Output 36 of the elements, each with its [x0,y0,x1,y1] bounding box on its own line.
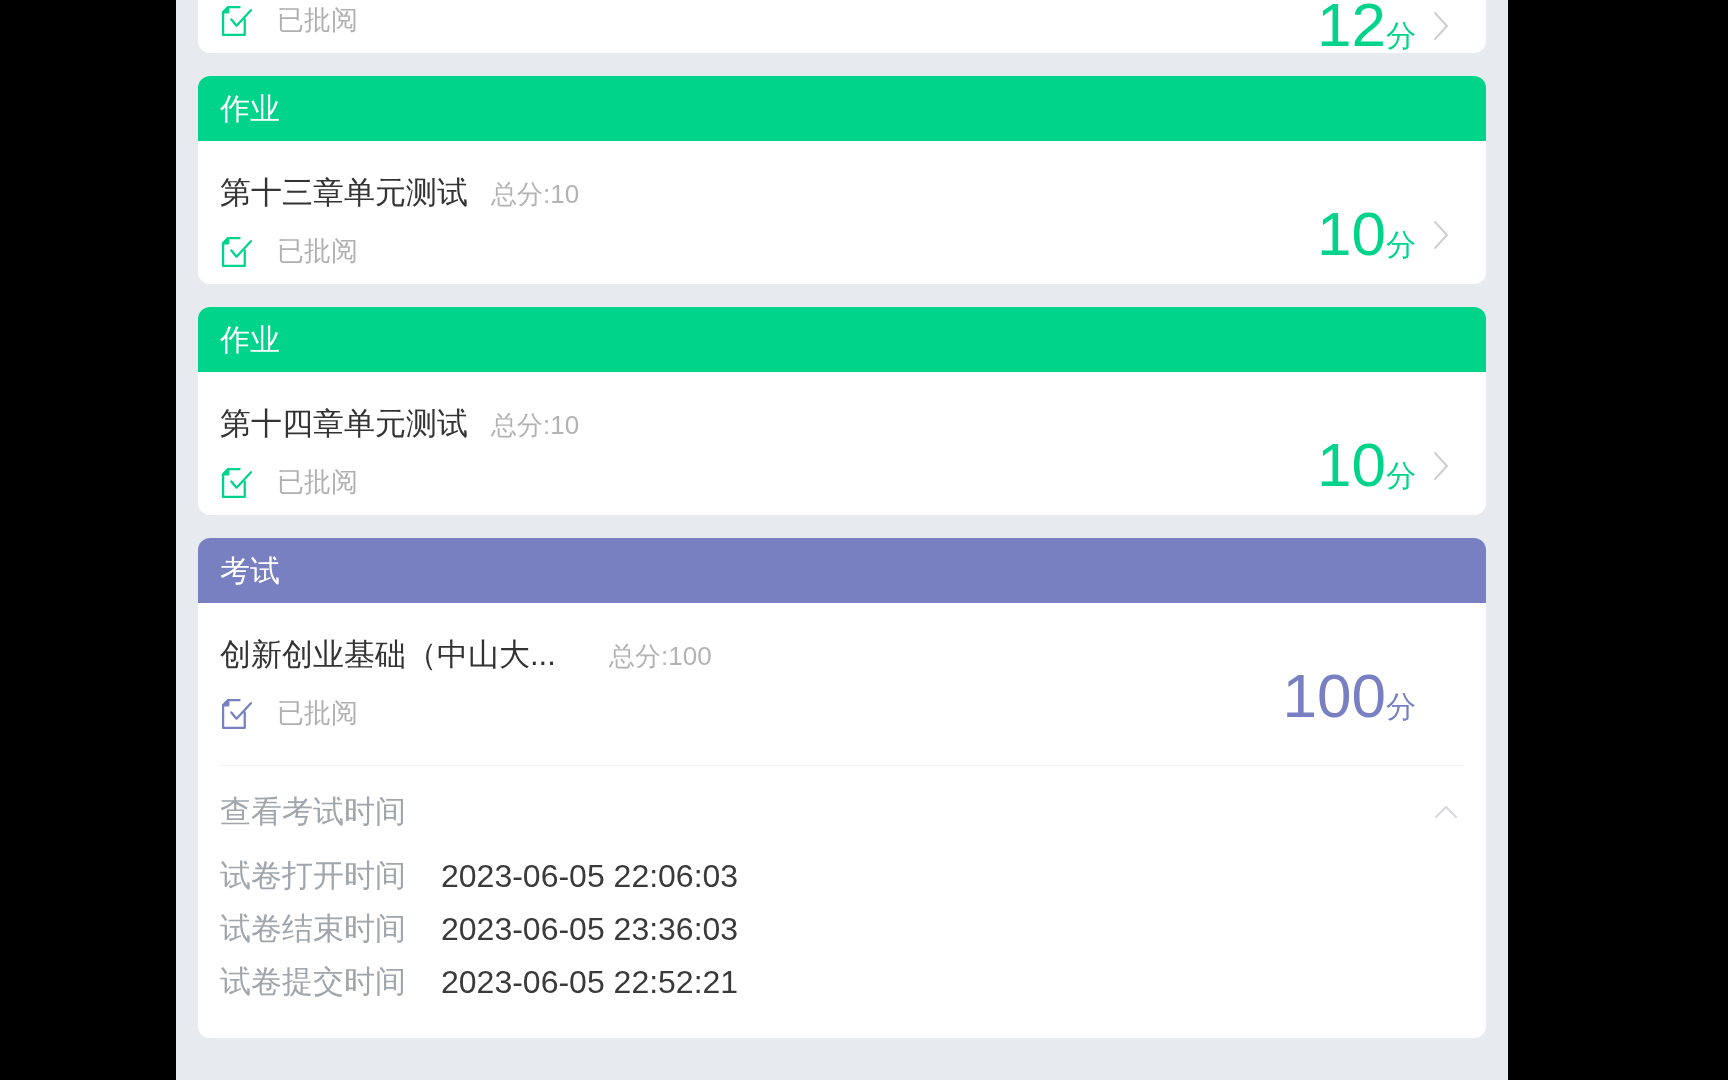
time-value: 2023-06-05 23:36:03 [441,909,739,949]
review-status: 已批阅 [277,4,358,37]
total-score: 总分:10 [491,178,580,211]
review-status: 已批阅 [277,235,358,268]
review-status: 已批阅 [277,697,358,730]
time-value: 2023-06-05 22:06:03 [441,856,739,896]
review-status: 已批阅 [277,466,358,499]
time-label: 试卷打开时间 [220,856,407,895]
score-unit: 分 [1386,229,1416,261]
document-check-icon [220,234,253,268]
assignment-card[interactable]: 作业 第十三章单元测试 总分:10 已批阅 10分 [198,76,1486,284]
chevron-right-icon [1433,220,1449,250]
time-label: 试卷结束时间 [220,909,407,948]
category-label: 作业 [220,324,280,355]
total-score: 总分:10 [491,409,580,442]
category-label: 考试 [220,555,280,586]
assignment-title: 创新创业基础（中山大... [220,636,557,674]
score-unit: 分 [1386,20,1416,52]
time-label: 试卷提交时间 [220,962,407,1001]
score-value: 12 [1317,0,1386,50]
score-value: 10 [1317,440,1386,490]
document-check-icon [220,696,253,730]
time-value: 2023-06-05 22:52:21 [441,962,739,1002]
total-score: 总分:100 [609,640,712,673]
document-check-icon [220,465,253,499]
score-unit: 分 [1386,460,1416,492]
chevron-right-icon [1433,451,1449,481]
document-check-icon [220,3,253,37]
chevron-right-icon [1433,11,1449,41]
assignment-title: 第十四章单元测试 [220,405,468,443]
score-value: 10 [1317,209,1386,259]
score-unit: 分 [1386,691,1416,723]
category-label: 作业 [220,93,280,124]
score-value: 100 [1282,671,1386,721]
assignment-card[interactable]: 作业 第十四章单元测试 总分:10 已批阅 10分 [198,307,1486,515]
assignment-title: 第十三章单元测试 [220,174,468,212]
